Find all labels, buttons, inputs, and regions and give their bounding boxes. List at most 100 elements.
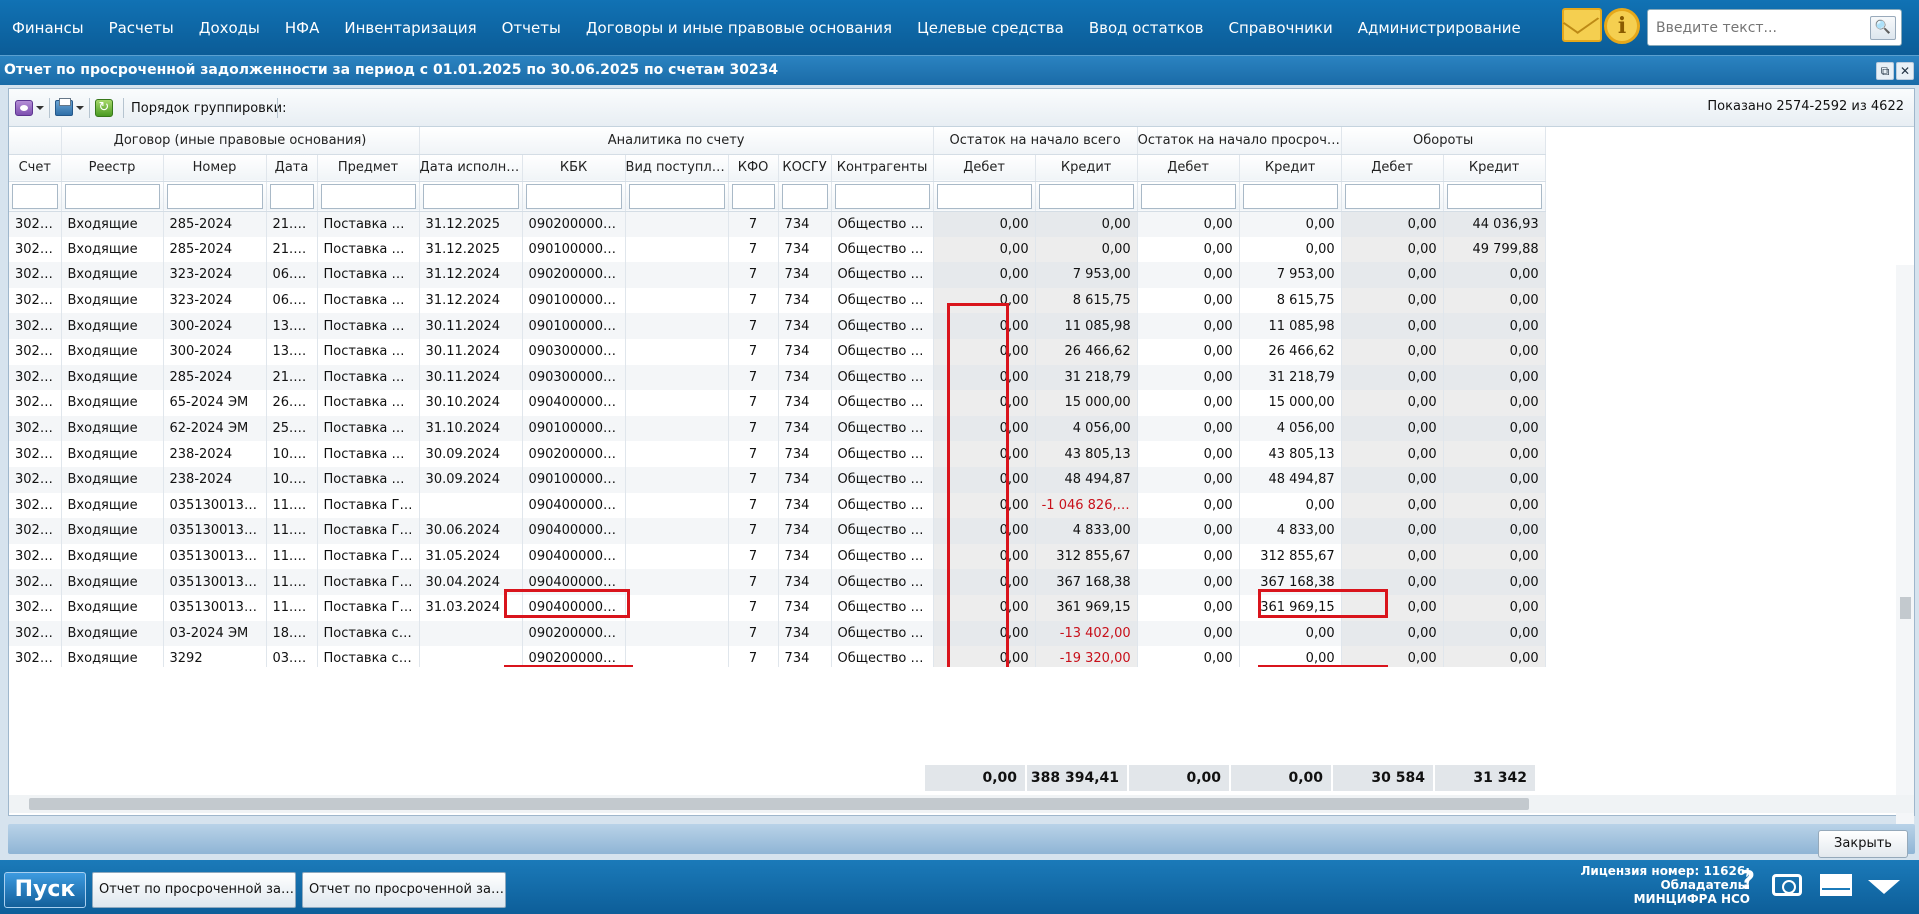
- table-row[interactable]: 30234Входящие0351300134723...11.10....По…: [9, 594, 1546, 621]
- column-filter-input[interactable]: [166, 183, 263, 209]
- column-filter-input[interactable]: [781, 183, 828, 209]
- column-header[interactable]: Дебет: [1137, 154, 1240, 182]
- toolbar-divider: [49, 98, 50, 118]
- mail-icon[interactable]: [1562, 8, 1602, 42]
- column-header[interactable]: Контрагенты: [831, 154, 934, 182]
- table-cell: 15 000,00: [1035, 390, 1138, 416]
- table-row[interactable]: 30234Входящие0351300134723...11.10....По…: [9, 543, 1546, 570]
- table-cell: 7: [728, 441, 779, 467]
- table-cell: 0351300134723...: [163, 543, 267, 570]
- scroll-thumb[interactable]: [29, 798, 1529, 810]
- column-header[interactable]: Счет: [9, 154, 62, 182]
- nav-item[interactable]: Справочники: [1228, 19, 1332, 37]
- settings-menu-button[interactable]: [15, 98, 45, 118]
- column-filter-input[interactable]: [64, 183, 160, 209]
- help-icon[interactable]: ?: [1740, 866, 1755, 896]
- column-filter-input[interactable]: [731, 183, 775, 209]
- column-filter-input[interactable]: [320, 183, 416, 209]
- table-row[interactable]: 30234Входящие300-202413.11....Поставка и…: [9, 338, 1546, 365]
- column-header[interactable]: КБК: [522, 154, 626, 182]
- column-header[interactable]: Кредит: [1443, 154, 1546, 182]
- taskbar-window-1[interactable]: Отчет по просроченной задо...: [92, 872, 296, 908]
- table-cell: 11 085,98: [1035, 313, 1138, 339]
- column-filter-input[interactable]: [1446, 183, 1542, 209]
- scroll-thumb[interactable]: [1900, 597, 1911, 619]
- column-filter-input[interactable]: [422, 183, 519, 209]
- restore-window-icon[interactable]: ⧉: [1876, 62, 1894, 80]
- table-row[interactable]: 30234Входящие0351300134723...11.10....По…: [9, 492, 1546, 519]
- nav-item[interactable]: Финансы: [12, 19, 84, 37]
- search-input[interactable]: [1656, 12, 1866, 43]
- table-row[interactable]: 30234Входящие323-202406.12....Поставка и…: [9, 287, 1546, 314]
- column-filter-input[interactable]: [936, 183, 1032, 209]
- table-row[interactable]: 30234Входящие285-202421.10....Поставка и…: [9, 364, 1546, 391]
- table-row[interactable]: 30234Входящие62-2024 ЭМ25.09....Поставка…: [9, 415, 1546, 442]
- column-header[interactable]: Дебет: [933, 154, 1036, 182]
- taskbar-window-2[interactable]: Отчет по просроченной задо...: [302, 872, 506, 908]
- search-icon[interactable]: 🔍: [1870, 16, 1896, 40]
- close-window-icon[interactable]: ✕: [1896, 62, 1914, 80]
- table-cell: 0,00: [1137, 594, 1240, 621]
- envelope-icon[interactable]: [1820, 874, 1852, 896]
- table-row[interactable]: 30234Входящие238-202410.09....Поставка м…: [9, 466, 1546, 493]
- column-filter-input[interactable]: [525, 183, 622, 209]
- vertical-scrollbar[interactable]: [1896, 265, 1914, 835]
- nav-item[interactable]: НФА: [285, 19, 319, 37]
- column-filter-input[interactable]: [834, 183, 930, 209]
- column-filter-input[interactable]: [1344, 183, 1440, 209]
- table-row[interactable]: 30234Входящие300-202413.11....Поставка и…: [9, 313, 1546, 339]
- table-row[interactable]: 30234Входящие03-2024 ЭМ18.01....Поставка…: [9, 620, 1546, 647]
- camera-icon[interactable]: [1772, 874, 1802, 896]
- table-cell: 0,00: [933, 441, 1036, 467]
- column-filter-input[interactable]: [1140, 183, 1236, 209]
- refresh-button[interactable]: ↻: [95, 98, 115, 118]
- table-row[interactable]: 30234Входящие65-2024 ЭМ26.09....Поставка…: [9, 390, 1546, 416]
- start-button[interactable]: Пуск: [4, 872, 86, 908]
- column-header[interactable]: Реестр: [61, 154, 164, 182]
- column-filter-input[interactable]: [628, 183, 725, 209]
- nav-item[interactable]: Инвентаризация: [344, 19, 476, 37]
- table-cell: 0,00: [1137, 313, 1240, 339]
- column-header[interactable]: Дебет: [1341, 154, 1444, 182]
- table-cell: 734: [778, 466, 832, 493]
- table-row[interactable]: 30234Входящие0351300134723...11.10....По…: [9, 518, 1546, 544]
- column-header[interactable]: Дата: [266, 154, 318, 182]
- nav-item[interactable]: Расчеты: [109, 19, 174, 37]
- table-cell: 0,00: [1341, 543, 1444, 570]
- close-button[interactable]: Закрыть: [1818, 830, 1908, 858]
- table-row[interactable]: 30234Входящие285-202421.10....Поставка и…: [9, 236, 1546, 263]
- horizontal-scrollbar[interactable]: [9, 795, 1914, 813]
- column-header[interactable]: КОСГУ: [778, 154, 832, 182]
- nav-item[interactable]: Ввод остатков: [1089, 19, 1204, 37]
- column-filter-input[interactable]: [269, 183, 314, 209]
- column-filter-input[interactable]: [1242, 183, 1338, 209]
- column-header[interactable]: Предмет: [317, 154, 420, 182]
- column-header[interactable]: Кредит: [1239, 154, 1342, 182]
- column-header[interactable]: Кредит: [1035, 154, 1138, 182]
- chevron-down-icon[interactable]: [1868, 880, 1900, 894]
- table-row[interactable]: 30234Входящие329203.10....Поставка стома…: [9, 646, 1546, 667]
- column-header[interactable]: Дата исполнения: [419, 154, 523, 182]
- table-cell: 0,00: [1443, 492, 1546, 519]
- nav-item[interactable]: Администрирование: [1358, 19, 1521, 37]
- column-header[interactable]: КФО: [728, 154, 779, 182]
- table-row[interactable]: 30234Входящие238-202410.09....Поставка м…: [9, 441, 1546, 467]
- table-row[interactable]: 30234Входящие323-202406.12....Поставка и…: [9, 262, 1546, 288]
- nav-item[interactable]: Доходы: [199, 19, 260, 37]
- table-cell: 0,00: [1137, 518, 1240, 544]
- column-header[interactable]: Номер: [163, 154, 267, 182]
- nav-item[interactable]: Отчеты: [502, 19, 561, 37]
- table-cell: Поставка ГСМ: [317, 518, 420, 544]
- table-row[interactable]: 30234Входящие285-202421.10....Поставка и…: [9, 211, 1546, 237]
- info-icon[interactable]: i: [1604, 8, 1640, 44]
- nav-item[interactable]: Целевые средства: [917, 19, 1064, 37]
- column-header[interactable]: Вид поступлени...: [625, 154, 729, 182]
- table-row[interactable]: 30234Входящие0351300134723...11.10....По…: [9, 569, 1546, 595]
- table-cell: Общество с огр...: [831, 390, 934, 416]
- table-cell: 734: [778, 492, 832, 519]
- column-filter-input[interactable]: [1038, 183, 1134, 209]
- print-menu-button[interactable]: [55, 98, 85, 118]
- nav-item[interactable]: Договоры и иные правовые основания: [586, 19, 892, 37]
- column-filter-input[interactable]: [12, 183, 58, 209]
- table-cell: 0,00: [1341, 518, 1444, 544]
